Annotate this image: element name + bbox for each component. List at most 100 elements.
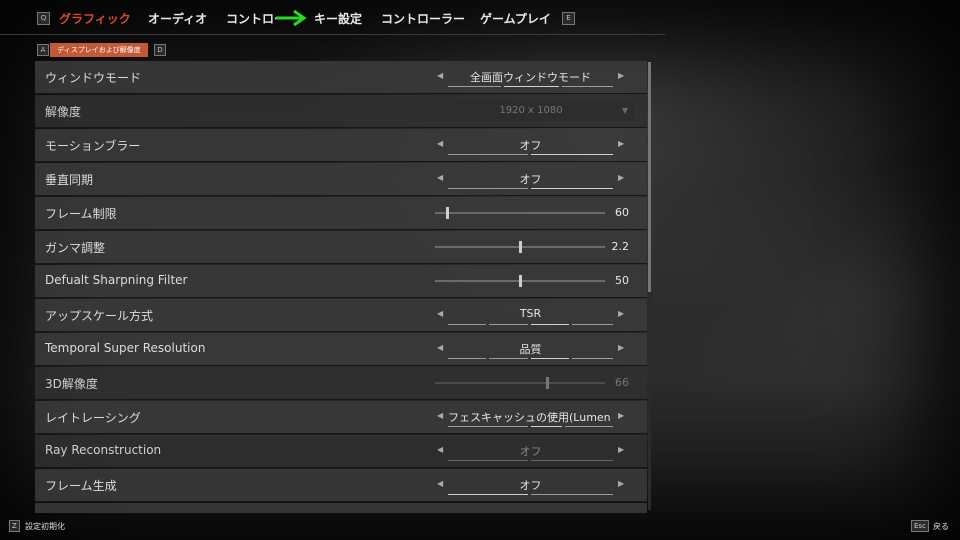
setting-row-frame-generation[interactable]: フレーム生成 ◀ オフ ▶ [35,469,647,502]
arrow-right-icon[interactable]: ▶ [618,411,624,420]
option-indicator-active [531,358,569,359]
setting-label: モーションブラー [45,139,141,153]
option-indicator-active [448,494,528,495]
tab-graphics[interactable]: グラフィック [59,10,131,27]
setting-label: Defualt Sharpning Filter [45,273,188,287]
setting-label: アップスケール方式 [45,309,154,323]
setting-label: 垂直同期 [45,173,94,187]
setting-label: ウィンドウモード [45,71,142,85]
setting-label: 3D解像度 [45,377,98,391]
arrow-left-icon[interactable]: ◀ [437,479,443,488]
option-indicator-active [531,154,613,155]
scrollbar-thumb[interactable] [648,62,651,292]
option-indicator [448,358,486,359]
tab-gameplay[interactable]: ゲームプレイ [480,10,551,27]
option-indicator-active [531,426,562,427]
back-key-hint[interactable]: Esc [911,520,929,532]
setting-row-resolution[interactable]: 解像度 1920 x 1080 ▼ [35,95,647,128]
option-indicator [448,86,501,87]
setting-label: Temporal Super Resolution [45,341,206,355]
setting-row-upscale-method[interactable]: アップスケール方式 ◀ TSR ▶ [35,299,647,332]
option-indicator [531,460,613,461]
top-navigation: Q グラフィック オーディオ コントロー キー設定 コントローラー ゲームプレイ… [0,0,960,36]
slider-value: 2.2 [611,240,630,253]
option-indicator [489,324,528,325]
annotation-arrow-icon [276,9,307,27]
arrow-left-icon[interactable]: ◀ [437,309,443,318]
slider-track[interactable] [435,212,605,214]
resolution-dropdown[interactable]: 1920 x 1080 ▼ [428,101,634,121]
setting-row-3d-resolution[interactable]: 3D解像度 66 [35,367,647,400]
slider-track[interactable] [435,382,605,384]
arrow-right-icon[interactable]: ▶ [618,445,624,454]
setting-value: 品質 [448,341,613,359]
setting-row-motion-blur[interactable]: モーションブラー ◀ オフ ▶ [35,129,647,162]
setting-label: Ray Reconstruction [45,443,162,457]
setting-row-ray-reconstruction[interactable]: Ray Reconstruction ◀ オフ ▶ [35,435,647,468]
nav-divider [0,34,665,35]
setting-label: ガンマ調整 [45,241,106,255]
setting-row-partial [35,503,647,513]
setting-row-ray-tracing[interactable]: レイトレーシング ◀ フェスキャッシュの使用(Lumen I ▶ [35,401,647,434]
settings-list: ウィンドウモード ◀ 全画面ウィンドウモード ▶ 解像度 1920 x 1080… [35,61,647,513]
reset-settings-button[interactable]: 設定初期化 [25,521,65,532]
tab-audio[interactable]: オーディオ [148,10,207,27]
option-indicator [531,494,613,495]
setting-label: 解像度 [45,105,82,119]
setting-row-frame-limit[interactable]: フレーム制限 60 [35,197,647,230]
option-indicator-active [531,188,613,189]
arrow-left-icon[interactable]: ◀ [437,139,443,148]
setting-value: オフ [448,443,613,461]
option-indicator [448,426,528,427]
setting-value: TSR [448,307,613,325]
setting-row-vsync[interactable]: 垂直同期 ◀ オフ ▶ [35,163,647,196]
chevron-down-icon: ▼ [621,106,628,115]
option-indicator [562,86,613,87]
setting-value: 全画面ウィンドウモード [448,69,613,87]
tab-key-bindings[interactable]: キー設定 [314,10,362,27]
slider-thumb[interactable] [519,275,522,287]
option-indicator [448,188,528,189]
slider-value: 60 [615,206,629,219]
option-indicator-active [531,324,569,325]
arrow-right-icon[interactable]: ▶ [618,71,624,80]
reset-key-hint[interactable]: Z [9,520,20,532]
setting-label: フレーム生成 [45,479,117,493]
prev-subtab-key-hint[interactable]: A [37,44,49,56]
arrow-left-icon[interactable]: ◀ [437,71,443,80]
arrow-left-icon[interactable]: ◀ [437,445,443,454]
slider-thumb[interactable] [519,241,522,253]
slider-thumb[interactable] [445,207,449,219]
prev-tab-key-hint[interactable]: Q [37,12,50,25]
slider-value: 50 [615,274,629,287]
setting-row-sharpening-filter[interactable]: Defualt Sharpning Filter 50 [35,265,647,298]
subtab-display-resolution[interactable]: ディスプレイおよび解像度 [50,43,148,57]
setting-row-gamma[interactable]: ガンマ調整 2.2 [35,231,647,264]
setting-row-window-mode[interactable]: ウィンドウモード ◀ 全画面ウィンドウモード ▶ [35,61,647,94]
setting-value: オフ [448,137,613,155]
slider-value: 66 [615,376,629,389]
option-indicator [448,460,528,461]
back-button[interactable]: 戻る [933,521,949,532]
setting-value: フェスキャッシュの使用(Lumen I [448,409,613,427]
arrow-right-icon[interactable]: ▶ [618,343,624,352]
setting-label: レイトレーシング [45,411,141,425]
option-indicator-active [504,86,559,87]
tab-controller[interactable]: コントローラー [381,10,465,27]
arrow-right-icon[interactable]: ▶ [618,173,624,182]
arrow-right-icon[interactable]: ▶ [618,479,624,488]
arrow-left-icon[interactable]: ◀ [437,411,443,420]
arrow-right-icon[interactable]: ▶ [618,139,624,148]
setting-value: オフ [448,171,613,189]
next-tab-key-hint[interactable]: E [562,12,575,25]
arrow-left-icon[interactable]: ◀ [437,173,443,182]
setting-row-tsr-quality[interactable]: Temporal Super Resolution ◀ 品質 ▶ [35,333,647,366]
option-indicator [565,426,613,427]
option-indicator [448,324,486,325]
arrow-right-icon[interactable]: ▶ [618,309,624,318]
next-subtab-key-hint[interactable]: D [154,44,166,56]
option-indicator [572,358,613,359]
slider-thumb[interactable] [546,377,550,389]
option-indicator [448,154,528,155]
arrow-left-icon[interactable]: ◀ [437,343,443,352]
